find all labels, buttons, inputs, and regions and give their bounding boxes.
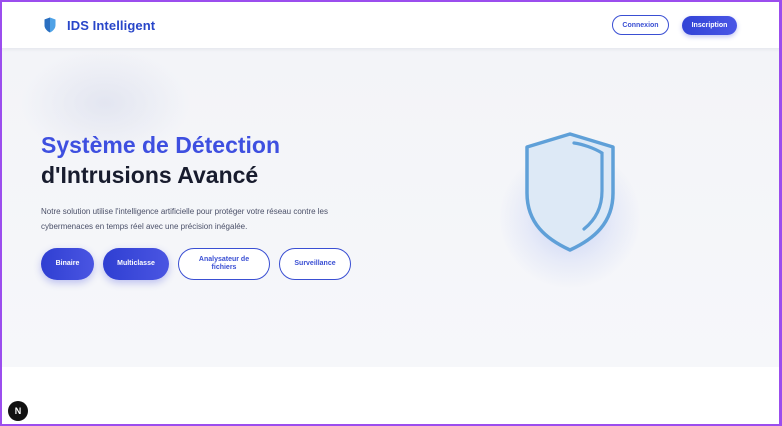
binaire-button[interactable]: Binaire <box>41 248 94 280</box>
multiclasse-button[interactable]: Multiclasse <box>103 248 169 280</box>
shield-icon <box>44 17 56 33</box>
dev-indicator-badge[interactable]: N <box>8 401 28 421</box>
brand-logo[interactable]: IDS Intelligent <box>44 17 155 33</box>
hero-title-line2: d'Intrusions Avancé <box>41 162 259 188</box>
hero-description: Notre solution utilise l'intelligence ar… <box>41 207 329 231</box>
signup-button[interactable]: Inscription <box>682 16 737 35</box>
surveillance-button[interactable]: Surveillance <box>279 248 351 280</box>
hero-title-line1: Système de Détection <box>41 132 281 158</box>
shield-icon <box>525 132 615 252</box>
file-analyzer-button[interactable]: Analysateur de fichiers <box>178 248 270 280</box>
hero-section: Système de Détection d'Intrusions Avancé… <box>0 48 782 367</box>
top-navbar: IDS Intelligent Connexion Inscription <box>0 0 782 48</box>
login-button[interactable]: Connexion <box>612 15 669 35</box>
brand-name: IDS Intelligent <box>67 17 156 33</box>
